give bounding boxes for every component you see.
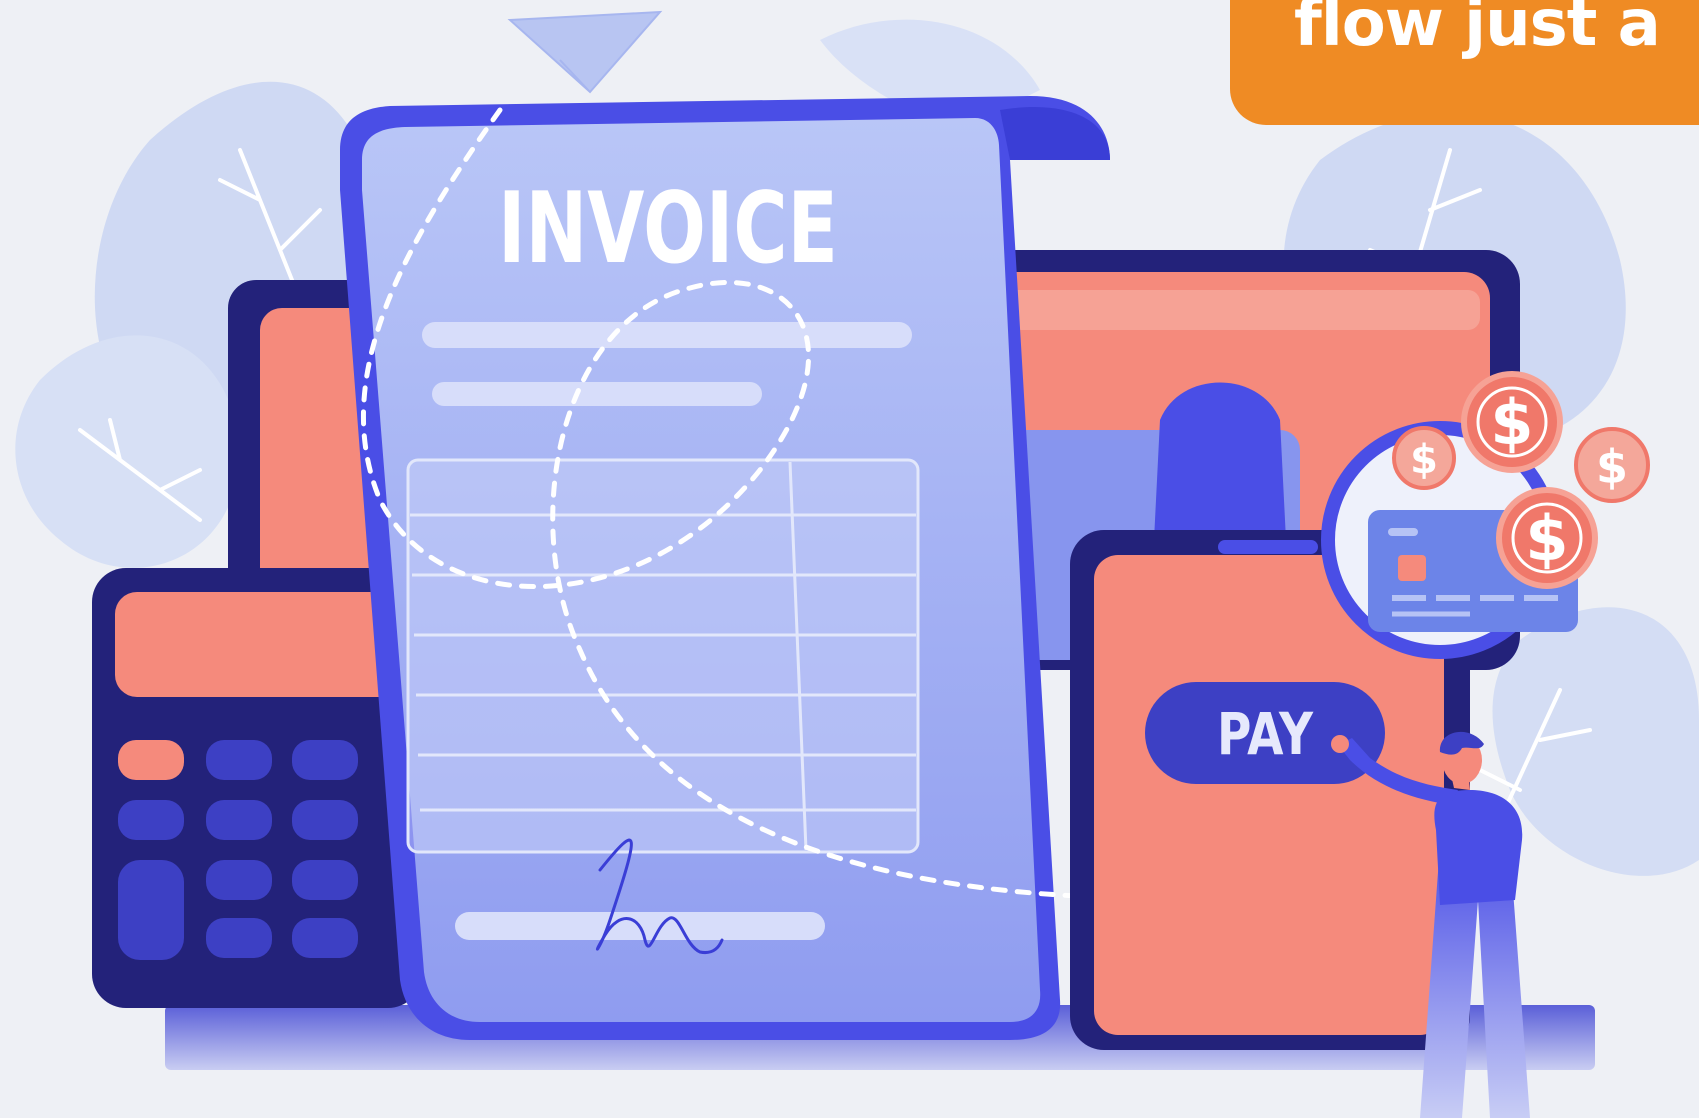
- invoice-title: INVOICE: [498, 172, 838, 286]
- dollar-coin-icon: $: [1496, 487, 1598, 589]
- invoice-table: [406, 458, 920, 854]
- dollar-coin-icon: $: [1574, 427, 1650, 503]
- dollar-coin-icon: $: [1461, 371, 1563, 473]
- pay-label: PAY: [1217, 700, 1314, 768]
- invoice-payment-illustration: INVOICE PAY $ $ $ $: [15, 10, 1699, 1118]
- calculator: [92, 568, 422, 1008]
- leaf-left-small: [15, 335, 240, 568]
- banner-text: flow just a: [1294, 0, 1661, 61]
- calculator-key-red: [118, 740, 184, 780]
- orange-banner: flow just a: [1230, 0, 1699, 125]
- svg-text:$: $: [1525, 502, 1568, 575]
- svg-text:$: $: [1490, 386, 1533, 459]
- leaf-right-lower: [1492, 607, 1699, 876]
- svg-text:$: $: [1596, 440, 1628, 494]
- paper-plane-icon: [507, 10, 663, 94]
- dollar-coin-icon: $: [1392, 426, 1456, 490]
- svg-text:$: $: [1410, 437, 1438, 483]
